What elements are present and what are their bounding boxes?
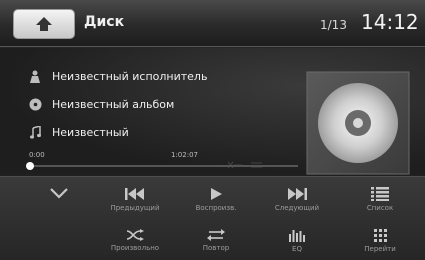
- artist-row: Неизвестный исполнитель: [28, 66, 207, 86]
- play-button[interactable]: Воспроизв.: [176, 187, 256, 212]
- total-time: 1:02:07: [171, 151, 198, 159]
- shuffle-icon: [126, 229, 144, 241]
- skip-next-icon: [286, 187, 308, 201]
- album-row: Неизвестный альбом: [28, 94, 174, 114]
- page-title: Диск: [84, 14, 125, 30]
- elapsed-time: 0:00: [29, 151, 45, 159]
- skip-previous-icon: [124, 187, 146, 201]
- next-label: Следующий: [274, 204, 320, 212]
- play-icon: [209, 187, 223, 201]
- goto-button[interactable]: Перейти: [340, 229, 420, 253]
- chevron-down-icon: [49, 187, 69, 199]
- cd-artwork: [303, 68, 413, 178]
- equalizer-icon: [289, 229, 305, 242]
- shuffle-label: Произвольно: [110, 244, 160, 252]
- list-button[interactable]: Список: [340, 187, 420, 212]
- home-icon: [35, 16, 53, 32]
- repeat-label: Повтор: [202, 244, 230, 252]
- progress-bar[interactable]: [28, 165, 298, 167]
- play-label: Воспроизв.: [195, 204, 237, 212]
- previous-label: Предыдущий: [110, 204, 160, 212]
- collapse-button[interactable]: [19, 187, 99, 199]
- song-title: Неизвестный: [52, 125, 129, 139]
- eq-label: EQ: [292, 245, 302, 253]
- shuffle-indicator-icon: [227, 154, 242, 173]
- control-panel: Предыдущий Воспроизв. Следующий Список П…: [0, 176, 425, 260]
- mode-indicators: [227, 154, 264, 173]
- list-icon: [371, 187, 389, 201]
- eq-button[interactable]: EQ: [257, 229, 337, 253]
- repeat-icon: [207, 229, 225, 241]
- song-row: Неизвестный: [28, 122, 129, 142]
- goto-label: Перейти: [364, 245, 396, 253]
- artist-name: Неизвестный исполнитель: [52, 69, 208, 83]
- previous-button[interactable]: Предыдущий: [95, 187, 175, 212]
- repeat-indicator-icon: [250, 154, 264, 173]
- media-player-screen: Диск 1/13 14:12 Неизвестный исполнитель …: [0, 0, 425, 260]
- progress-handle[interactable]: [26, 162, 34, 170]
- track-info-panel: Неизвестный исполнитель Неизвестный альб…: [0, 48, 425, 175]
- artist-icon: [28, 69, 42, 83]
- music-note-icon: [28, 125, 42, 139]
- header-bar: Диск 1/13 14:12: [0, 0, 425, 47]
- keypad-icon: [373, 229, 387, 242]
- home-button[interactable]: [13, 9, 75, 39]
- album-name: Неизвестный альбом: [52, 97, 175, 111]
- clock: 14:12: [361, 10, 419, 34]
- list-label: Список: [366, 204, 394, 212]
- track-counter: 1/13: [320, 18, 347, 32]
- album-icon: [28, 97, 42, 111]
- repeat-button[interactable]: Повтор: [176, 229, 256, 252]
- next-button[interactable]: Следующий: [257, 187, 337, 212]
- shuffle-button[interactable]: Произвольно: [95, 229, 175, 252]
